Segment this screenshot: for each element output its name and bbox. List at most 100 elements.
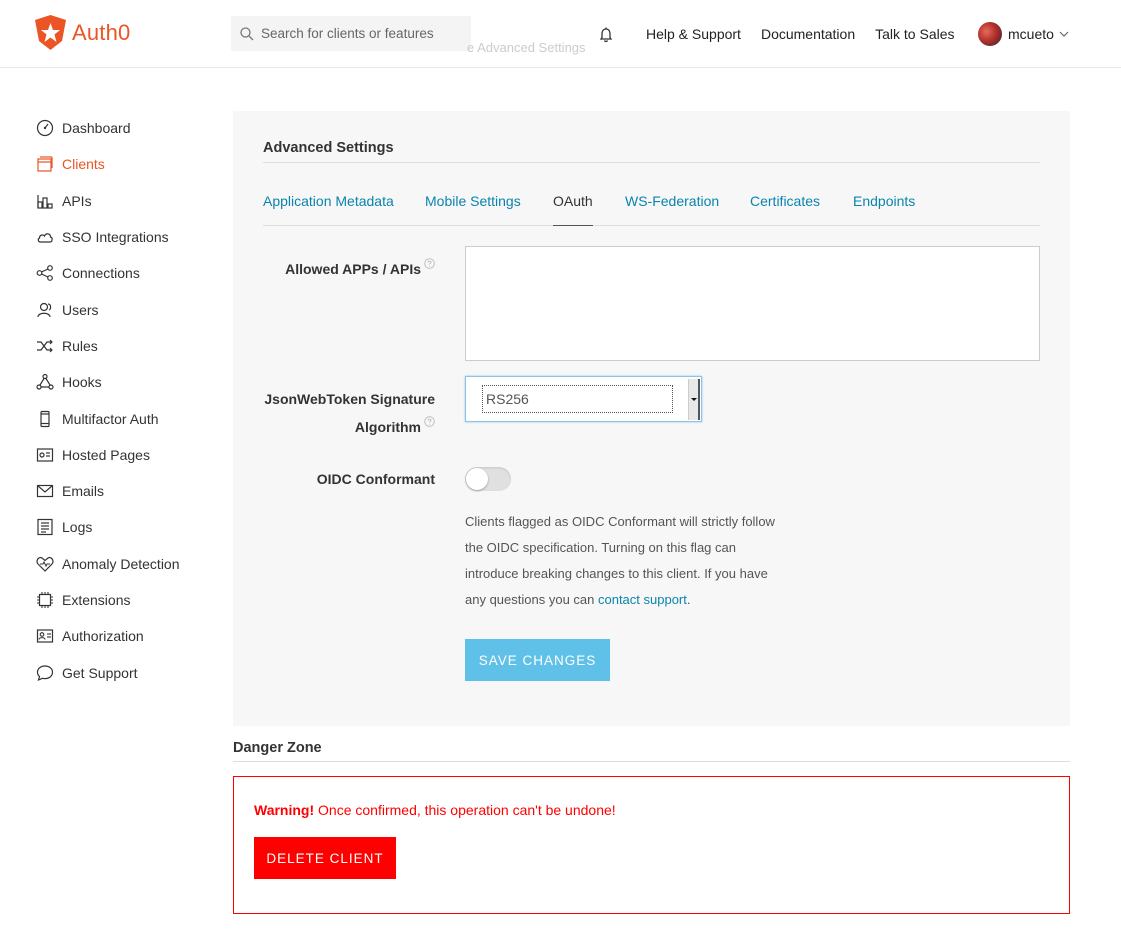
sidebar-item-emails[interactable]: Emails	[36, 473, 216, 509]
sidebar-item-label: Hooks	[62, 374, 102, 391]
warning-text: Once confirmed, this operation can't be …	[314, 802, 616, 818]
search-box[interactable]	[231, 16, 471, 51]
sidebar-item-label: Get Support	[62, 664, 138, 681]
jwt-algorithm-value: RS256	[482, 385, 673, 413]
bell-icon[interactable]	[598, 27, 614, 43]
connections-icon	[36, 264, 54, 282]
sidebar-item-label: Users	[62, 301, 99, 318]
sidebar-item-hosted-pages[interactable]: Hosted Pages	[36, 437, 216, 473]
search-icon	[240, 26, 254, 40]
cloud-icon	[36, 228, 54, 246]
oidc-help-text: Clients flagged as OIDC Conformant will …	[465, 509, 785, 613]
sidebar-item-anomaly-detection[interactable]: Anomaly Detection	[36, 546, 216, 582]
sidebar-item-dashboard[interactable]: Dashboard	[36, 110, 216, 146]
tab-application-metadata[interactable]: Application Metadata	[263, 193, 394, 226]
sidebar-item-clients[interactable]: Clients	[36, 146, 216, 182]
sidebar-item-sso-integrations[interactable]: SSO Integrations	[36, 219, 216, 255]
sidebar-item-label: Extensions	[62, 592, 131, 608]
help-icon[interactable]	[424, 258, 435, 269]
avatar	[978, 22, 1002, 46]
jwt-label-line2-wrap: Algorithm	[264, 413, 435, 441]
auth0-shield-icon	[35, 15, 66, 50]
sidebar-item-users[interactable]: Users	[36, 291, 216, 327]
sidebar-item-rules[interactable]: Rules	[36, 328, 216, 364]
danger-zone-title: Danger Zone	[233, 740, 322, 756]
sidebar-item-label: Rules	[62, 337, 98, 354]
phone-icon	[36, 410, 54, 428]
sidebar-item-multifactor-auth[interactable]: Multifactor Auth	[36, 400, 216, 436]
tab-certificates[interactable]: Certificates	[750, 193, 820, 226]
settings-tabs: Application Metadata Mobile Settings OAu…	[263, 193, 1040, 226]
sidebar-item-label: Clients	[62, 156, 105, 173]
help-support-link[interactable]: Help & Support	[646, 26, 741, 42]
divider	[233, 761, 1070, 762]
user-name: mcueto	[1008, 26, 1054, 42]
sidebar-item-label: Connections	[62, 265, 140, 282]
select-arrow-icon[interactable]	[688, 379, 700, 420]
dashboard-icon	[36, 119, 54, 137]
help-icon[interactable]	[424, 416, 435, 427]
sidebar-item-extensions[interactable]: Extensions	[36, 582, 216, 618]
user-menu[interactable]: mcueto	[978, 22, 1069, 46]
oidc-conformant-toggle[interactable]	[465, 467, 511, 491]
jwt-label-line1: JsonWebToken Signature	[264, 391, 435, 407]
toggle-knob	[466, 468, 488, 490]
top-header: Auth0 e Advanced Settings Help & Support…	[0, 0, 1121, 68]
advanced-settings-panel: Advanced Settings Application Metadata M…	[233, 111, 1070, 726]
sidebar-item-label: Emails	[62, 483, 105, 500]
header-nav: Help & Support Documentation Talk to Sal…	[646, 26, 975, 42]
contact-support-link[interactable]: contact support	[598, 592, 687, 607]
chat-icon	[36, 664, 54, 682]
allowed-apps-textarea[interactable]	[465, 246, 1040, 361]
sidebar-item-label: Dashboard	[62, 120, 131, 137]
sidebar-item-label: Hosted Pages	[62, 446, 150, 463]
jwt-label-line2: Algorithm	[354, 419, 421, 435]
sidebar-item-label: APIs	[62, 192, 92, 209]
talk-to-sales-link[interactable]: Talk to Sales	[875, 26, 954, 42]
sidebar-item-label: Authorization	[62, 628, 144, 645]
auth0-logo[interactable]: Auth0	[35, 15, 131, 50]
sidebar: Dashboard Clients APIs SSO Integrations …	[36, 110, 216, 691]
allowed-apps-label: Allowed APPs / APIs	[285, 255, 435, 283]
sidebar-item-get-support[interactable]: Get Support	[36, 654, 216, 690]
sidebar-item-label: Multifactor Auth	[62, 410, 159, 427]
warning-strong: Warning!	[254, 802, 315, 818]
users-icon	[36, 301, 54, 319]
sidebar-item-apis[interactable]: APIs	[36, 183, 216, 219]
rules-icon	[36, 337, 54, 355]
hosted-pages-icon	[36, 446, 54, 464]
sidebar-item-logs[interactable]: Logs	[36, 509, 216, 545]
oidc-help-end: .	[686, 592, 691, 607]
apis-icon	[36, 192, 54, 210]
allowed-apps-label-text: Allowed APPs / APIs	[285, 261, 421, 277]
search-input[interactable]	[261, 26, 461, 41]
delete-client-button[interactable]: Delete Client	[254, 837, 396, 879]
clients-icon	[36, 155, 54, 173]
logs-icon	[36, 518, 54, 536]
sidebar-item-authorization[interactable]: Authorization	[36, 618, 216, 654]
danger-warning: Warning! Once confirmed, this operation …	[254, 802, 616, 818]
danger-zone-box: Warning! Once confirmed, this operation …	[233, 776, 1070, 914]
email-icon	[36, 482, 54, 500]
heart-icon	[36, 555, 54, 573]
tab-oauth[interactable]: OAuth	[553, 193, 593, 226]
tab-ws-federation[interactable]: WS-Federation	[625, 193, 719, 226]
sidebar-item-label: SSO Integrations	[62, 229, 169, 246]
sidebar-item-connections[interactable]: Connections	[36, 255, 216, 291]
faded-breadcrumb: e Advanced Settings	[467, 40, 586, 55]
id-card-icon	[36, 627, 54, 645]
save-changes-button[interactable]: Save Changes	[465, 639, 610, 681]
section-title: Advanced Settings	[263, 140, 394, 156]
sidebar-item-label: Logs	[62, 519, 93, 536]
divider	[263, 162, 1040, 163]
jwt-algorithm-label: JsonWebToken Signature Algorithm	[264, 385, 435, 441]
sidebar-item-hooks[interactable]: Hooks	[36, 364, 216, 400]
tab-mobile-settings[interactable]: Mobile Settings	[425, 193, 521, 226]
hooks-icon	[36, 373, 54, 391]
chip-icon	[36, 591, 54, 609]
brand-name: Auth0	[72, 19, 131, 45]
tab-endpoints[interactable]: Endpoints	[853, 193, 915, 226]
jwt-algorithm-select[interactable]: RS256	[465, 376, 702, 422]
documentation-link[interactable]: Documentation	[761, 26, 855, 42]
chevron-down-icon	[1059, 31, 1069, 37]
